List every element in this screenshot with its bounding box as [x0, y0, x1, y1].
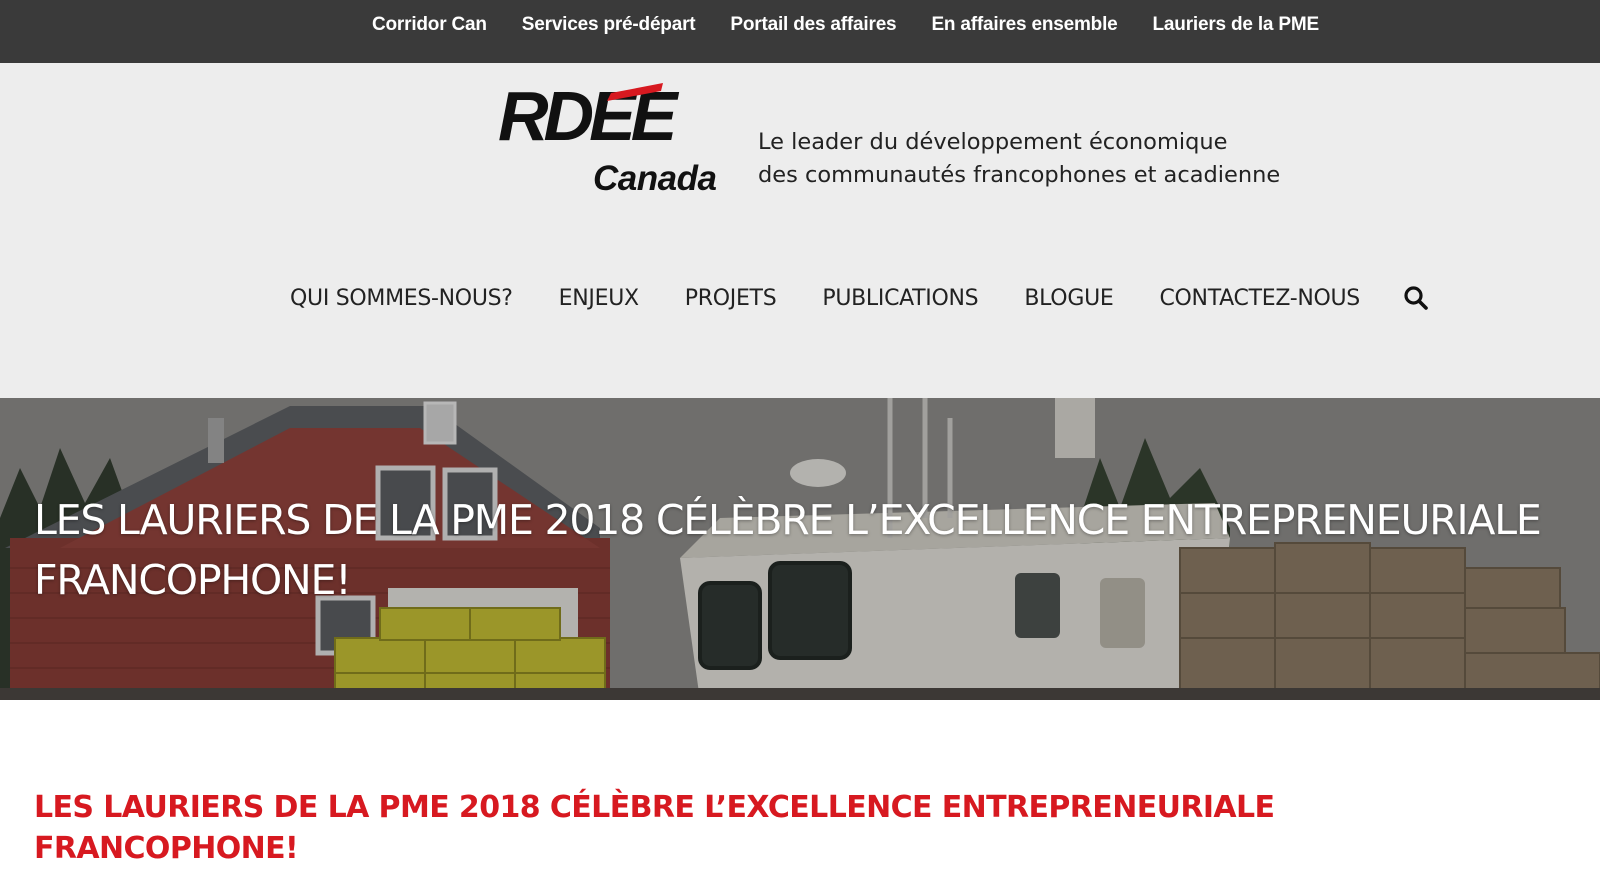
search-button[interactable]	[1402, 284, 1430, 312]
logo-subtitle: Canada	[593, 159, 717, 198]
site-header: RDEE Canada Le leader du développement é…	[0, 63, 1600, 398]
nav-item-contactez-nous[interactable]: CONTACTEZ-NOUS	[1159, 286, 1360, 311]
main-navigation: QUI SOMMES-NOUS? ENJEUX PROJETS PUBLICAT…	[290, 278, 1430, 318]
top-link-corridor-can[interactable]: Corridor Can	[372, 14, 487, 36]
site-tagline: Le leader du développement économique de…	[758, 126, 1281, 192]
top-link-en-affaires-ensemble[interactable]: En affaires ensemble	[931, 14, 1117, 36]
search-icon	[1404, 286, 1428, 310]
nav-item-projets[interactable]: PROJETS	[685, 286, 777, 311]
top-utility-nav: Corridor Can Services pré-départ Portail…	[372, 0, 1319, 50]
article-title: LES LAURIERS DE LA PME 2018 CÉLÈBRE L’EX…	[34, 790, 1275, 866]
nav-item-qui-sommes-nous[interactable]: QUI SOMMES-NOUS?	[290, 286, 513, 311]
nav-item-blogue[interactable]: BLOGUE	[1024, 286, 1113, 311]
hero-title: LES LAURIERS DE LA PME 2018 CÉLÈBRE L’EX…	[34, 496, 1542, 604]
nav-item-publications[interactable]: PUBLICATIONS	[822, 286, 978, 311]
top-link-lauriers-de-la-pme[interactable]: Lauriers de la PME	[1153, 14, 1320, 36]
logo-red-flag-mark	[607, 83, 663, 101]
nav-item-enjeux[interactable]: ENJEUX	[559, 286, 639, 311]
top-link-services-pre-depart[interactable]: Services pré-départ	[522, 14, 696, 36]
tagline-line-1: Le leader du développement économique	[758, 129, 1228, 155]
top-utility-bar: Corridor Can Services pré-départ Portail…	[0, 0, 1600, 63]
hero-banner: LES LAURIERS DE LA PME 2018 CÉLÈBRE L’EX…	[0, 398, 1600, 700]
top-link-portail-des-affaires[interactable]: Portail des affaires	[730, 14, 896, 36]
tagline-line-2: des communautés francophones et acadienn…	[758, 162, 1281, 188]
rdee-canada-logo[interactable]: RDEE Canada	[498, 73, 718, 198]
